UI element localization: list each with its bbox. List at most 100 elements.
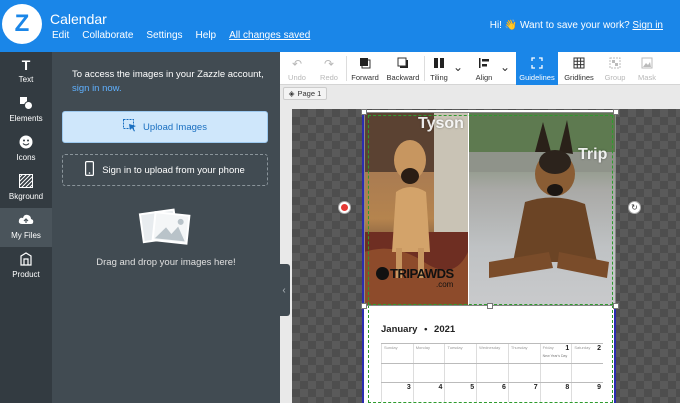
calendar-week-row: Sunday Monday Tuesday Wednesday Thursday… bbox=[381, 343, 603, 363]
calendar-day bbox=[476, 364, 508, 382]
calendar-day bbox=[444, 364, 476, 382]
calendar-grid[interactable]: Sunday Monday Tuesday Wednesday Thursday… bbox=[381, 343, 603, 402]
rail-item-label: My Files bbox=[11, 231, 41, 240]
signin-message-text: To access the images in your Zazzle acco… bbox=[72, 69, 264, 80]
month-separator: • bbox=[424, 324, 428, 335]
resize-handle-tr[interactable] bbox=[613, 109, 619, 115]
bring-forward-button[interactable]: Forward bbox=[348, 52, 382, 85]
chevron-down-icon: ⌄ bbox=[452, 60, 464, 74]
align-icon bbox=[470, 57, 498, 71]
rotate-handle[interactable]: ↻ bbox=[628, 201, 641, 214]
toolbar-divider bbox=[424, 56, 425, 81]
mask-button[interactable]: Mask bbox=[632, 52, 662, 85]
tiling-button[interactable]: Tiling bbox=[426, 52, 452, 85]
rail-item-icons[interactable]: Icons bbox=[0, 130, 52, 169]
rail-item-label: Icons bbox=[16, 153, 36, 162]
calendar-day: Thursday bbox=[507, 344, 540, 363]
upload-image-icon bbox=[123, 119, 137, 135]
align-dropdown[interactable]: ⌄ bbox=[498, 52, 512, 85]
cloud-upload-icon bbox=[18, 213, 34, 229]
sign-in-link[interactable]: Sign in bbox=[632, 20, 663, 31]
menu-settings[interactable]: Settings bbox=[146, 30, 182, 41]
rail-item-text[interactable]: T Text bbox=[0, 52, 52, 91]
tiling-icon bbox=[426, 57, 452, 71]
page-tab[interactable]: ◈ Page 1 bbox=[283, 87, 327, 100]
elements-icon bbox=[18, 96, 34, 112]
guidelines-icon bbox=[516, 57, 558, 71]
delete-icon bbox=[341, 204, 348, 211]
rail-item-label: Elements bbox=[9, 114, 43, 123]
resize-handle-bl[interactable] bbox=[361, 303, 367, 309]
undo-label: Undo bbox=[288, 73, 306, 82]
zazzle-logo[interactable]: Z bbox=[2, 4, 42, 44]
grid-icon bbox=[560, 57, 598, 71]
tiling-dropdown[interactable]: ⌄ bbox=[452, 52, 464, 85]
phone-upload-label: Sign in to upload from your phone bbox=[102, 164, 245, 176]
rotate-icon: ↻ bbox=[631, 203, 638, 212]
rail-item-product[interactable]: Product bbox=[0, 247, 52, 286]
calendar-day bbox=[571, 364, 603, 382]
bring-forward-icon bbox=[348, 57, 382, 71]
rail-item-background[interactable]: Bkground bbox=[0, 169, 52, 208]
undo-button[interactable]: ↶ Undo bbox=[282, 52, 312, 85]
weekday-label: Thursday bbox=[510, 345, 528, 350]
menu-help[interactable]: Help bbox=[196, 30, 217, 41]
save-prompt-text: Hi! 👋 Want to save your work? bbox=[489, 20, 630, 31]
rail-item-my-files[interactable]: My Files bbox=[0, 208, 52, 247]
chevron-left-icon: ‹ bbox=[282, 284, 286, 296]
text-icon: T bbox=[21, 57, 31, 73]
calendar-day: 9 bbox=[571, 383, 603, 402]
guidelines-label: Guidelines bbox=[519, 73, 555, 82]
rail-item-label: Bkground bbox=[8, 192, 44, 201]
menu-collaborate[interactable]: Collaborate bbox=[82, 30, 133, 41]
resize-handle-br[interactable] bbox=[613, 303, 619, 309]
rail-item-elements[interactable]: Elements bbox=[0, 91, 52, 130]
tiling-label: Tiling bbox=[430, 73, 448, 82]
calendar-day: 8 bbox=[539, 383, 572, 402]
image-placeholder-icon bbox=[138, 206, 192, 248]
sign-in-now-link[interactable]: sign in now. bbox=[72, 83, 122, 94]
calendar-day bbox=[412, 364, 445, 382]
undo-icon: ↶ bbox=[291, 57, 303, 71]
resize-handle-tl[interactable] bbox=[361, 109, 367, 115]
menu-bar: Edit Collaborate Settings Help All chang… bbox=[52, 30, 323, 41]
background-icon bbox=[18, 173, 34, 190]
align-button[interactable]: Align bbox=[470, 52, 498, 85]
delete-handle[interactable] bbox=[338, 201, 351, 214]
calendar-week-row: 3 4 5 6 7 8 9 bbox=[381, 382, 603, 402]
gridlines-toggle[interactable]: Gridlines bbox=[560, 52, 598, 85]
redo-button[interactable]: ↷ Redo bbox=[314, 52, 344, 85]
my-files-panel: To access the images in your Zazzle acco… bbox=[52, 52, 280, 403]
saved-status-link[interactable]: All changes saved bbox=[229, 30, 310, 41]
calendar-day bbox=[507, 364, 540, 382]
weekday-label: Saturday bbox=[574, 345, 591, 350]
collapse-panel-button[interactable]: ‹ bbox=[278, 264, 290, 316]
group-button[interactable]: Group bbox=[600, 52, 630, 85]
phone-icon bbox=[85, 161, 95, 179]
mask-icon bbox=[632, 57, 662, 71]
calendar-day: 6 bbox=[476, 383, 508, 402]
month-name: January bbox=[381, 324, 418, 335]
day-number: 1 bbox=[565, 345, 570, 352]
day-number: 6 bbox=[501, 384, 506, 391]
send-backward-button[interactable]: Backward bbox=[384, 52, 422, 85]
chevron-down-icon: ⌄ bbox=[499, 60, 511, 74]
day-number: 9 bbox=[597, 384, 602, 391]
weekday-label: Friday bbox=[542, 345, 554, 350]
calendar-day: Wednesday bbox=[476, 344, 508, 363]
smiley-icon bbox=[18, 135, 34, 151]
calendar-month-heading[interactable]: January • 2021 bbox=[381, 324, 455, 335]
top-bar: Z Calendar Edit Collaborate Settings Hel… bbox=[0, 0, 680, 52]
app-title: Calendar bbox=[50, 11, 107, 27]
upload-images-button[interactable]: Upload Images bbox=[62, 111, 268, 143]
guidelines-toggle[interactable]: Guidelines bbox=[516, 52, 558, 85]
mask-label: Mask bbox=[638, 73, 656, 82]
resize-handle-bottom[interactable] bbox=[487, 303, 493, 309]
phone-upload-button[interactable]: Sign in to upload from your phone bbox=[62, 154, 268, 186]
calendar-day: Monday bbox=[412, 344, 445, 363]
upload-images-label: Upload Images bbox=[143, 121, 207, 133]
calendar-day: Saturday 2 bbox=[571, 344, 603, 363]
align-label: Align bbox=[475, 73, 493, 82]
gridlines-label: Gridlines bbox=[564, 73, 594, 82]
menu-edit[interactable]: Edit bbox=[52, 30, 69, 41]
